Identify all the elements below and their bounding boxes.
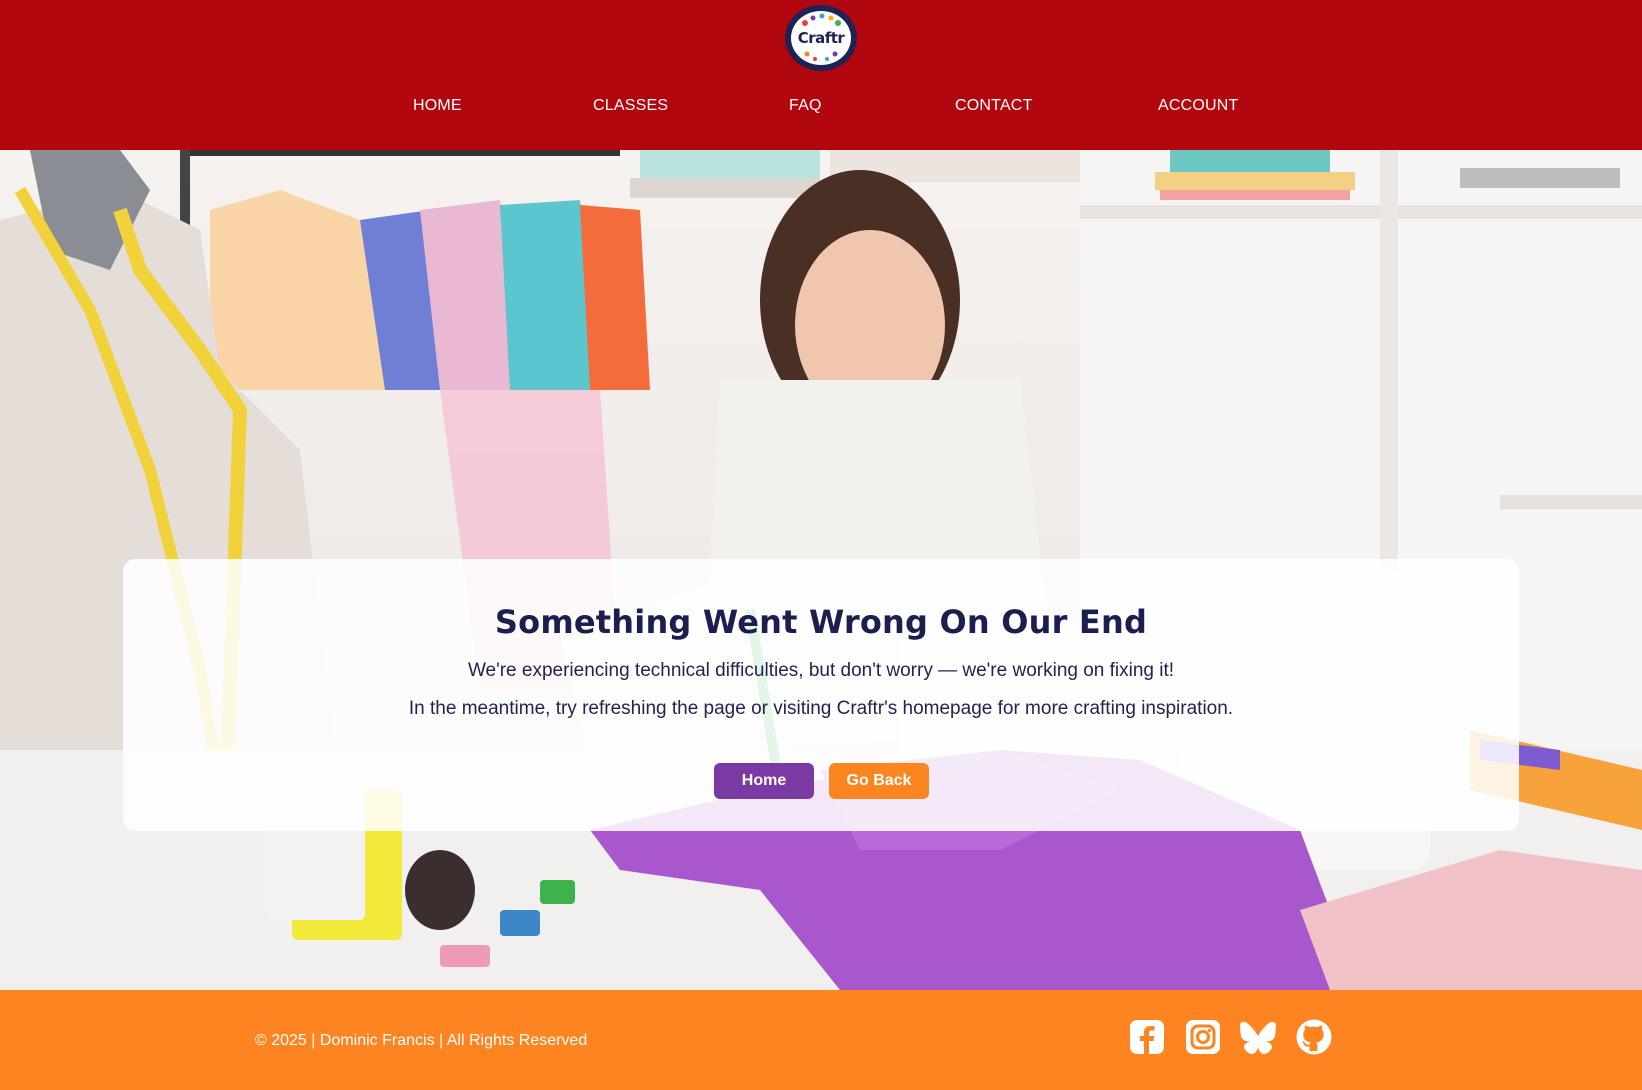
site-header: Craftr HOME CLASSES FAQ CONTACT ACCOUNT [0, 0, 1642, 150]
instagram-icon[interactable] [1184, 1018, 1222, 1056]
bluesky-icon[interactable] [1239, 1018, 1277, 1056]
error-message-1: We're experiencing technical difficultie… [467, 660, 1175, 681]
github-icon[interactable] [1295, 1018, 1333, 1056]
nav-faq[interactable]: FAQ [789, 97, 822, 115]
hero-section: Something Went Wrong On Our End We're ex… [0, 150, 1642, 990]
copyright-text: © 2025 | Dominic Francis | All Rights Re… [255, 1032, 588, 1049]
facebook-icon[interactable] [1128, 1018, 1166, 1056]
home-button[interactable]: Home [714, 763, 814, 799]
error-card: Something Went Wrong On Our End We're ex… [123, 559, 1519, 831]
main-nav: HOME CLASSES FAQ CONTACT ACCOUNT [0, 97, 1642, 123]
logo-text: Craftr [797, 29, 845, 47]
site-footer: © 2025 | Dominic Francis | All Rights Re… [0, 990, 1642, 1090]
error-title: Something Went Wrong On Our End [494, 603, 1148, 641]
logo-badge: Craftr [791, 11, 851, 65]
go-back-button[interactable]: Go Back [829, 763, 929, 799]
nav-account[interactable]: ACCOUNT [1158, 97, 1239, 115]
nav-contact[interactable]: CONTACT [955, 97, 1033, 115]
nav-home[interactable]: HOME [413, 97, 462, 115]
error-message-2: In the meantime, try refreshing the page… [408, 698, 1234, 719]
nav-classes[interactable]: CLASSES [593, 97, 668, 115]
craftr-logo[interactable]: Craftr [785, 5, 857, 71]
